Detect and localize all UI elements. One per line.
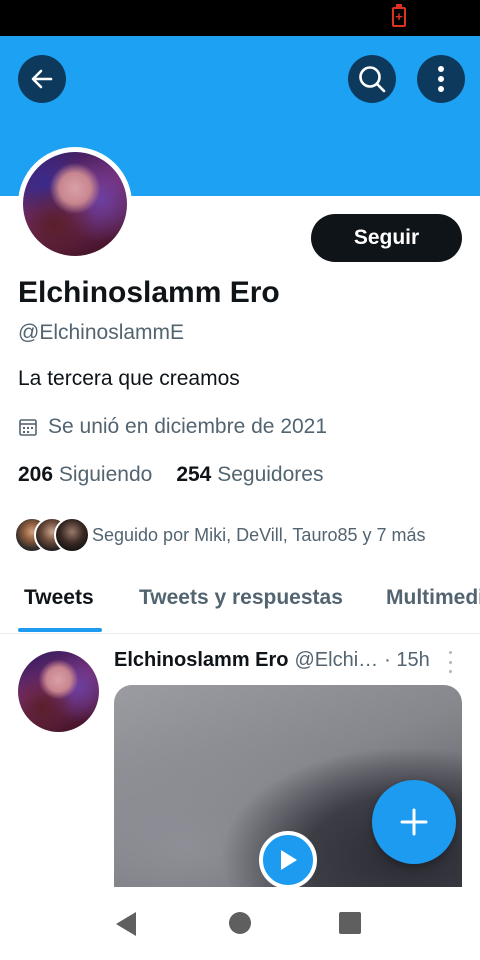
system-nav-bar: [0, 887, 480, 960]
tweet-author-handle: @Elchi…: [294, 649, 379, 671]
play-icon: [281, 850, 297, 870]
followers-count: 254: [176, 463, 212, 486]
followed-by-avatars: [14, 516, 90, 554]
followers-link[interactable]: 254 Seguidores: [176, 463, 323, 487]
more-options-button[interactable]: [417, 55, 465, 103]
followed-by-row[interactable]: Seguido por Miki, DeVill, Tauro85 y 7 má…: [14, 516, 426, 554]
more-vertical-icon: [438, 66, 444, 92]
following-link[interactable]: 206 Siguiendo: [18, 463, 152, 487]
circle-home-icon[interactable]: [229, 912, 251, 934]
tweet-time: · 15h: [384, 649, 430, 671]
search-button[interactable]: [348, 55, 396, 103]
profile-tabs: Tweets Tweets y respuestas Multimedia: [0, 578, 480, 634]
compose-tweet-button[interactable]: [372, 780, 456, 864]
followed-by-text: Seguido por Miki, DeVill, Tauro85 y 7 má…: [92, 524, 426, 545]
tweet-avatar[interactable]: [18, 651, 99, 732]
back-button[interactable]: [18, 55, 66, 103]
arrow-left-icon: [31, 69, 53, 89]
follow-button[interactable]: Seguir: [311, 214, 462, 262]
profile-stats: 206 Siguiendo 254 Seguidores: [18, 463, 347, 487]
tab-media[interactable]: Multimedia: [386, 586, 480, 610]
video-play-button[interactable]: [259, 831, 317, 889]
profile-name: Elchinoslamm Ero: [18, 276, 280, 309]
triangle-back-icon[interactable]: [114, 911, 138, 937]
tweet-more-icon[interactable]: [446, 651, 454, 673]
status-bar: +: [0, 0, 480, 36]
battery-charging-icon: +: [392, 4, 406, 27]
profile-avatar-image: [23, 152, 127, 256]
tab-tweets[interactable]: Tweets: [24, 586, 94, 610]
following-count: 206: [18, 463, 54, 486]
profile-handle: @ElchinoslammE: [18, 321, 185, 344]
tweet-header: Elchinoslamm Ero @Elchi… · 15h: [114, 649, 464, 672]
tab-tweets-replies[interactable]: Tweets y respuestas: [139, 586, 343, 610]
avatar: [54, 517, 90, 553]
profile-bio: La tercera que creamos: [18, 367, 240, 390]
calendar-icon: [19, 419, 37, 436]
following-label: Siguiendo: [58, 463, 153, 486]
plus-icon: [400, 808, 428, 836]
joined-date: Se unió en diciembre de 2021: [18, 415, 327, 439]
followers-label: Seguidores: [217, 463, 324, 486]
profile-avatar[interactable]: [18, 147, 132, 261]
search-icon: [359, 66, 386, 93]
active-tab-indicator: [18, 628, 102, 632]
square-recents-icon[interactable]: [339, 912, 361, 934]
joined-text: Se unió en diciembre de 2021: [48, 415, 328, 438]
tweet-author-name[interactable]: Elchinoslamm Ero: [114, 649, 289, 672]
